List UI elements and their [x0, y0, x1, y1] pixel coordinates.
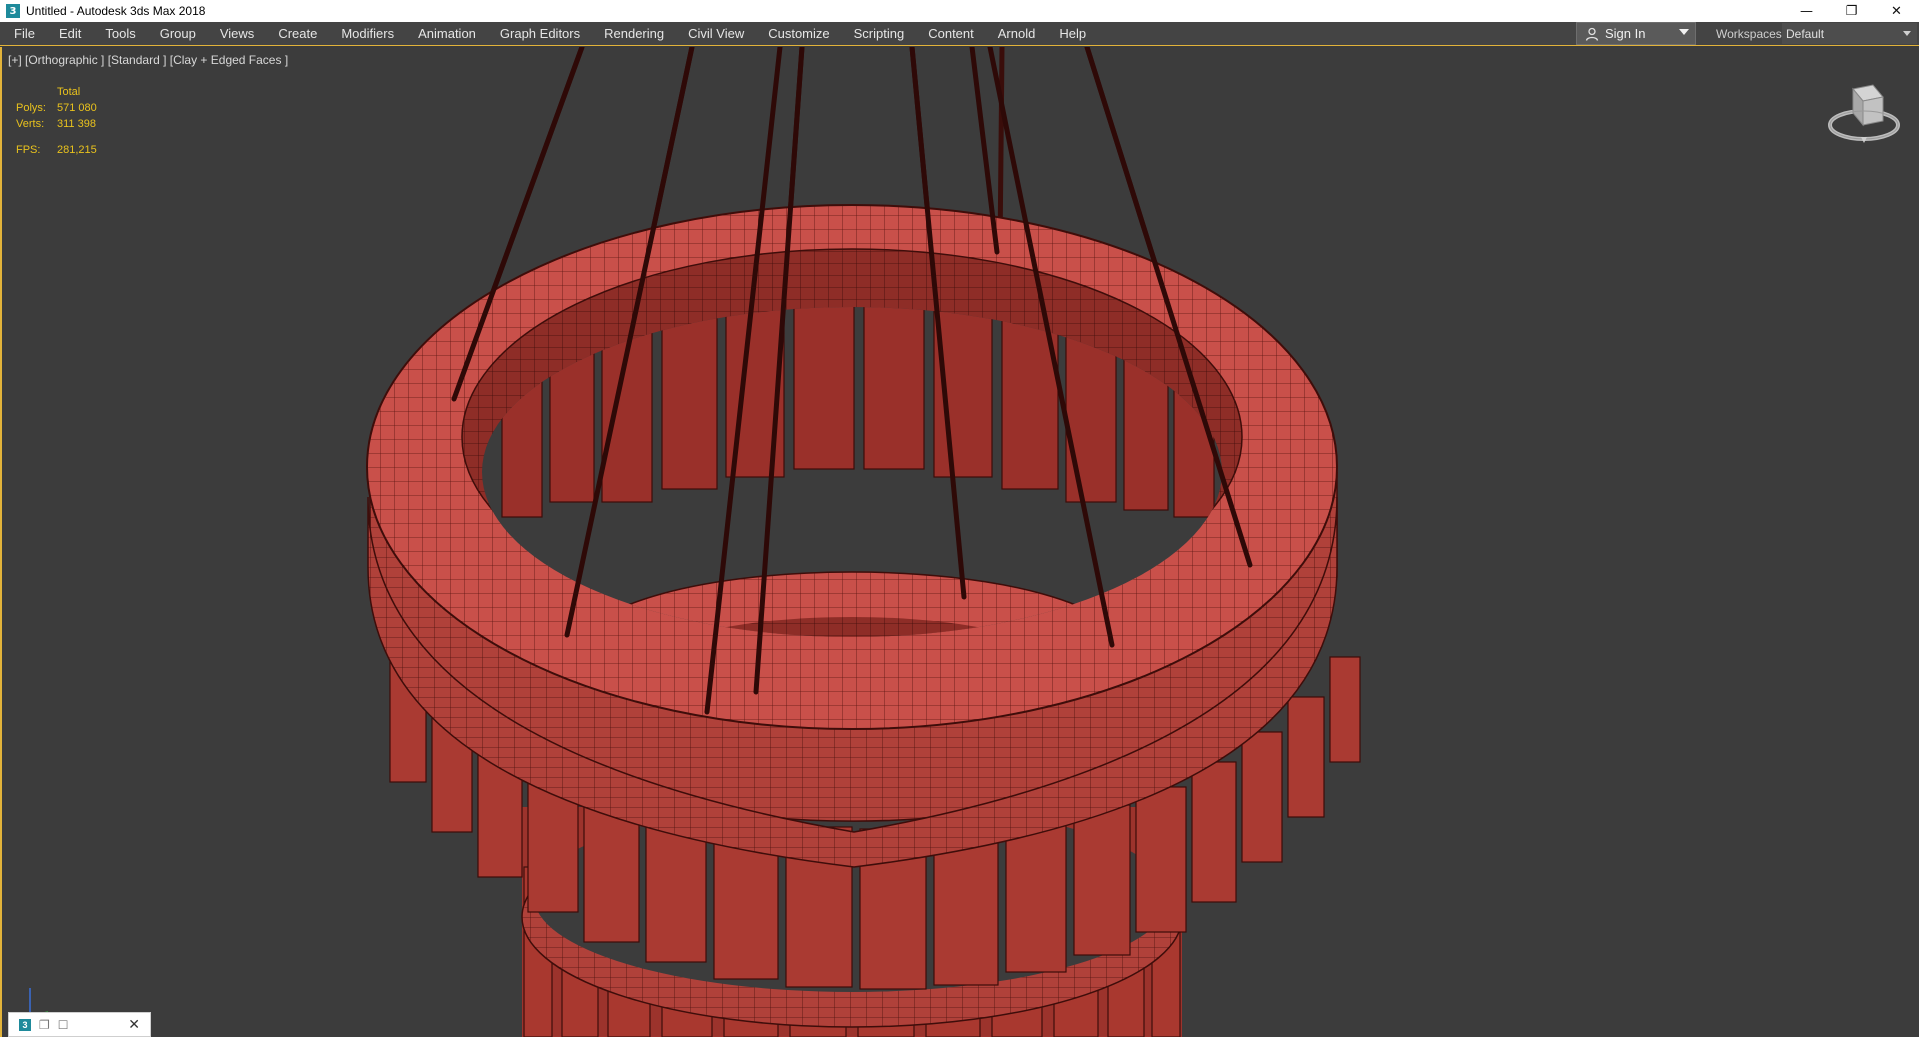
verts-value: 311 398 — [57, 118, 96, 130]
window-title: Untitled - Autodesk 3ds Max 2018 — [26, 4, 206, 18]
menu-scripting[interactable]: Scripting — [842, 22, 917, 46]
app-icon[interactable]: 3 — [6, 4, 20, 18]
menu-content[interactable]: Content — [916, 22, 986, 46]
chevron-down-icon — [1679, 29, 1689, 35]
viewport-statistics: Total Polys: 571 080 Verts: 311 398 FPS: 28… — [16, 84, 97, 158]
maximize-icon[interactable]: ☐ — [58, 1018, 69, 1032]
sign-in-button[interactable]: Sign In — [1576, 22, 1696, 45]
menu-graph-editors[interactable]: Graph Editors — [488, 22, 592, 46]
chevron-down-icon — [1903, 31, 1911, 36]
fps-label: FPS: — [16, 144, 41, 156]
menu-file[interactable]: File — [0, 22, 47, 46]
menu-customize[interactable]: Customize — [756, 22, 841, 46]
workspaces-label: Workspaces: — [1716, 27, 1786, 41]
menu-modifiers[interactable]: Modifiers — [329, 22, 406, 46]
workspaces-value: Default — [1786, 26, 1825, 41]
menu-animation[interactable]: Animation — [406, 22, 488, 46]
user-icon — [1585, 27, 1599, 41]
viewcube-icon[interactable] — [1825, 77, 1903, 153]
polys-label: Polys: — [16, 102, 46, 114]
restore-icon[interactable]: ❐ — [39, 1018, 50, 1032]
sign-in-label: Sign In — [1605, 26, 1646, 41]
menu-civil-view[interactable]: Civil View — [676, 22, 756, 46]
minimize-button[interactable]: — — [1784, 0, 1829, 22]
menu-edit[interactable]: Edit — [47, 22, 93, 46]
menu-create[interactable]: Create — [266, 22, 329, 46]
workspaces-dropdown[interactable]: Default — [1782, 23, 1917, 44]
stats-header: Total — [57, 86, 81, 98]
menu-group[interactable]: Group — [148, 22, 208, 46]
menu-arnold[interactable]: Arnold — [986, 22, 1048, 46]
perspective-viewport[interactable]: [+] [Orthographic ] [Standard ] [Clay + … — [0, 47, 1919, 1037]
chandelier-model[interactable] — [2, 47, 1919, 1037]
title-bar: 3 Untitled - Autodesk 3ds Max 2018 — ❐ ✕ — [0, 0, 1919, 22]
fps-value: 281,215 — [57, 144, 97, 156]
menu-rendering[interactable]: Rendering — [592, 22, 676, 46]
app-icon: 3 — [19, 1018, 31, 1031]
polys-value: 571 080 — [57, 102, 97, 114]
minimized-panel[interactable]: 3 ❐ ☐ ✕ — [8, 1012, 151, 1037]
close-icon[interactable]: ✕ — [128, 1017, 140, 1033]
menu-bar: File Edit Tools Group Views Create Modif… — [0, 22, 1919, 46]
menu-views[interactable]: Views — [208, 22, 266, 46]
menu-tools[interactable]: Tools — [93, 22, 147, 46]
restore-button[interactable]: ❐ — [1829, 0, 1874, 22]
close-button[interactable]: ✕ — [1874, 0, 1919, 22]
viewport-label[interactable]: [+] [Orthographic ] [Standard ] [Clay + … — [8, 53, 288, 67]
menu-help[interactable]: Help — [1047, 22, 1098, 46]
window-controls: — ❐ ✕ — [1784, 0, 1919, 22]
verts-label: Verts: — [16, 118, 45, 130]
